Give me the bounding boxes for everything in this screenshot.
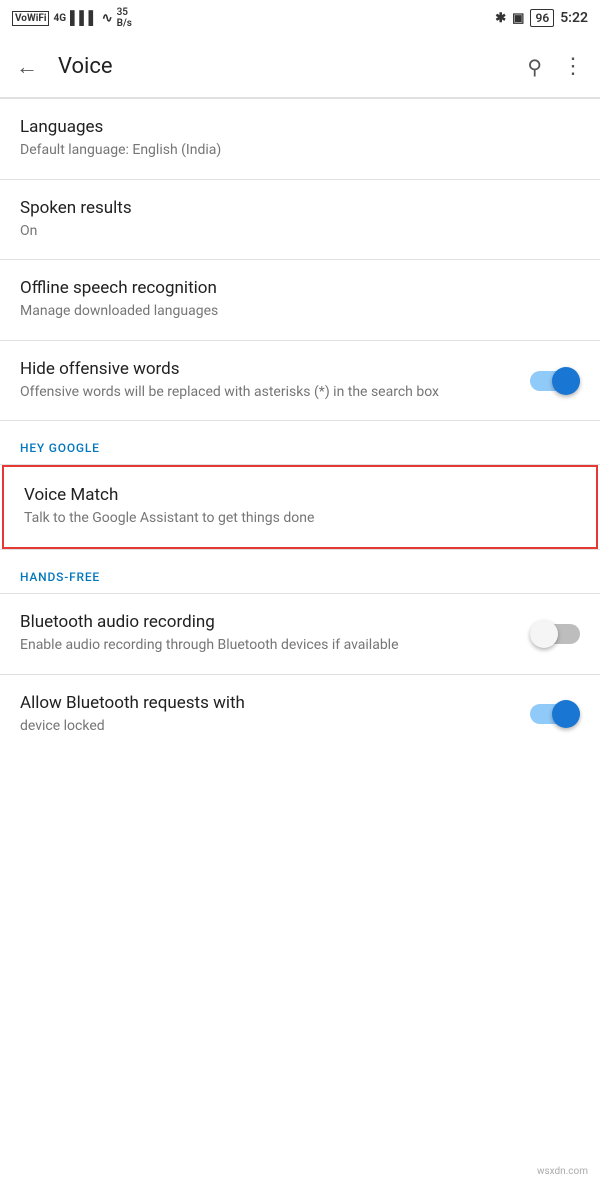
voice-match-item[interactable]: Voice Match Talk to the Google Assistant… — [2, 465, 598, 549]
languages-title: Languages — [20, 117, 580, 137]
offline-speech-title: Offline speech recognition — [20, 278, 580, 298]
spoken-results-title: Spoken results — [20, 198, 580, 218]
hide-offensive-content: Hide offensive words Offensive words wil… — [20, 359, 518, 403]
allow-bluetooth-toggle[interactable] — [530, 700, 580, 728]
status-bar: VoWiFi 4G ▌▌▌ ∿ 35B/s ✱ ▣ 96 5:22 — [0, 0, 600, 36]
offline-speech-content: Offline speech recognition Manage downlo… — [20, 278, 580, 322]
speed-label: 35B/s — [117, 7, 132, 29]
vowifi-label: VoWiFi — [12, 11, 49, 26]
signal-bars: ▌▌▌ — [70, 10, 98, 26]
spoken-results-content: Spoken results On — [20, 198, 580, 242]
hide-offensive-title: Hide offensive words — [20, 359, 518, 379]
allow-bluetooth-title: Allow Bluetooth requests with — [20, 693, 518, 713]
bluetooth-audio-content: Bluetooth audio recording Enable audio r… — [20, 612, 518, 656]
hide-offensive-item[interactable]: Hide offensive words Offensive words wil… — [0, 341, 600, 421]
allow-bluetooth-item[interactable]: Allow Bluetooth requests with device loc… — [0, 675, 600, 755]
voice-match-content: Voice Match Talk to the Google Assistant… — [24, 485, 576, 529]
page-title: Voice — [58, 54, 507, 79]
allow-bluetooth-subtitle: device locked — [20, 717, 518, 737]
wifi-icon: ∿ — [102, 11, 113, 26]
bluetooth-audio-toggle[interactable] — [530, 620, 580, 648]
search-button[interactable]: ⚲ — [527, 55, 542, 79]
allow-bluetooth-content: Allow Bluetooth requests with device loc… — [20, 693, 518, 737]
hide-offensive-subtitle: Offensive words will be replaced with as… — [20, 383, 518, 403]
status-right: ✱ ▣ 96 5:22 — [495, 9, 588, 27]
more-options-button[interactable]: ⋮ — [562, 54, 584, 79]
bluetooth-audio-title: Bluetooth audio recording — [20, 612, 518, 632]
app-bar: ← Voice ⚲ ⋮ — [0, 36, 600, 98]
toggle-thumb-off — [530, 620, 558, 648]
time-label: 5:22 — [560, 10, 588, 26]
hands-free-label: HANDS-FREE — [20, 570, 100, 584]
languages-subtitle: Default language: English (India) — [20, 141, 580, 161]
toggle-thumb — [552, 367, 580, 395]
spoken-results-item[interactable]: Spoken results On — [0, 180, 600, 260]
status-left: VoWiFi 4G ▌▌▌ ∿ 35B/s — [12, 7, 132, 29]
hey-google-label: HEY GOOGLE — [20, 441, 100, 455]
spoken-results-subtitle: On — [20, 222, 580, 242]
voice-match-subtitle: Talk to the Google Assistant to get thin… — [24, 509, 576, 529]
bluetooth-audio-item[interactable]: Bluetooth audio recording Enable audio r… — [0, 594, 600, 674]
signal-4g: 4G — [53, 13, 66, 24]
hands-free-section-header: HANDS-FREE — [0, 550, 600, 593]
back-button[interactable]: ← — [16, 54, 38, 80]
watermark: wsxdn.com — [533, 1164, 592, 1179]
languages-content: Languages Default language: English (Ind… — [20, 117, 580, 161]
vibrate-icon: ▣ — [512, 11, 524, 26]
toggle-thumb-on2 — [552, 700, 580, 728]
hide-offensive-toggle[interactable] — [530, 367, 580, 395]
voice-match-title: Voice Match — [24, 485, 576, 505]
battery-icon: 96 — [530, 9, 554, 27]
bluetooth-audio-subtitle: Enable audio recording through Bluetooth… — [20, 636, 518, 656]
hey-google-section-header: HEY GOOGLE — [0, 421, 600, 464]
offline-speech-subtitle: Manage downloaded languages — [20, 302, 580, 322]
bluetooth-icon: ✱ — [495, 11, 506, 26]
languages-item[interactable]: Languages Default language: English (Ind… — [0, 99, 600, 179]
offline-speech-item[interactable]: Offline speech recognition Manage downlo… — [0, 260, 600, 340]
